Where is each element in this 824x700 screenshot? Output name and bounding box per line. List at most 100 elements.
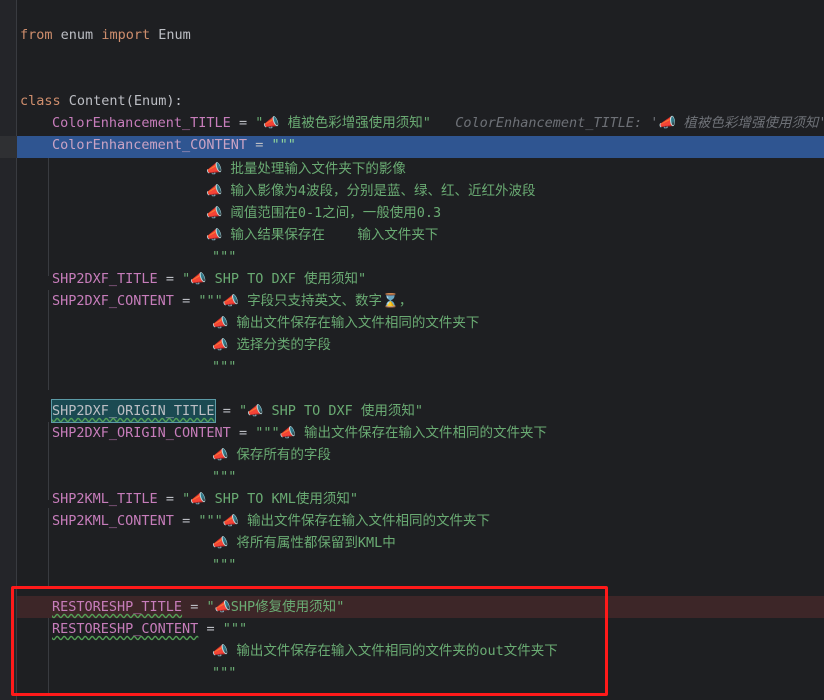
code-line-triple-quote-close[interactable]: """ xyxy=(212,356,236,378)
triple-quote-open: """ xyxy=(255,425,280,441)
megaphone-icon: 📣 xyxy=(212,316,229,331)
field-name-shp2kml-content: SHP2KML_CONTENT xyxy=(52,513,174,529)
code-line-colorenhancement-title[interactable]: ColorEnhancement_TITLE = "📣 植被色彩增强使用须知" … xyxy=(52,112,824,134)
equals: = xyxy=(165,271,174,287)
paren-open: ( xyxy=(125,93,134,109)
field-name-restoreshp-title: RESTORESHP_TITLE xyxy=(52,599,183,615)
code-line-restoreshp-content[interactable]: RESTORESHP_CONTENT = """ xyxy=(52,618,247,640)
field-name-shp2dxf-title: SHP2DXF_TITLE xyxy=(52,271,158,287)
quote-close: " xyxy=(336,599,345,615)
code-line-shp2kml-content[interactable]: SHP2KML_CONTENT = """📣 输出文件保存在输入文件相同的文件夹… xyxy=(52,510,490,532)
doc-text: 输出文件保存在输入文件相同的文件夹下 xyxy=(247,513,491,529)
megaphone-icon: 📣 xyxy=(212,338,229,353)
code-line-doc-content[interactable]: 📣 输入影像为4波段，分别是蓝、绿、红、近红外波段 xyxy=(206,180,535,202)
megaphone-icon: 📣 xyxy=(222,294,239,309)
module-name: enum xyxy=(60,27,94,43)
code-line-triple-quote-close[interactable]: """ xyxy=(212,662,236,684)
code-text-layer[interactable]: from enum import Enum class Content(Enum… xyxy=(0,0,824,700)
equals: = xyxy=(182,513,191,529)
megaphone-icon: 📣 xyxy=(206,162,223,177)
megaphone-icon: 📣 xyxy=(190,272,207,287)
string-value-title: SHP TO KML使用须知 xyxy=(214,491,350,507)
doc-text: 保存所有的字段 xyxy=(236,447,331,463)
code-editor[interactable]: from enum import Enum class Content(Enum… xyxy=(0,0,824,700)
gutter-caret-row xyxy=(0,136,17,158)
string-value-title: 植被色彩增强使用须知 xyxy=(287,115,423,131)
code-line-shp2dxf-content[interactable]: SHP2DXF_CONTENT = """📣 字段只支持英文、数字⌛， xyxy=(52,290,412,312)
code-line-doc-content[interactable]: 📣 批量处理输入文件夹下的影像 xyxy=(206,158,406,180)
keyword-from: from xyxy=(20,27,53,43)
megaphone-icon: 📣 xyxy=(214,600,231,615)
field-name-shp2dxf-origin-content: SHP2DXF_ORIGIN_CONTENT xyxy=(52,425,231,441)
field-name-shp2kml-title: SHP2KML_TITLE xyxy=(52,491,158,507)
megaphone-icon: 📣 xyxy=(212,536,229,551)
code-line-restoreshp-title[interactable]: RESTORESHP_TITLE = "📣SHP修复使用须知" xyxy=(52,596,344,618)
code-line-shp2dxf-title[interactable]: SHP2DXF_TITLE = "📣 SHP TO DXF 使用须知" xyxy=(52,268,366,290)
doc-text: 输入影像为4波段，分别是蓝、绿、红、近红外波段 xyxy=(230,183,536,199)
triple-quote-close: """ xyxy=(212,665,237,681)
code-line-doc-content[interactable]: 📣 输出文件保存在输入文件相同的文件夹下 xyxy=(212,312,479,334)
code-line-doc-content[interactable]: 📣 保存所有的字段 xyxy=(212,444,331,466)
equals: = xyxy=(206,621,215,637)
code-line-shp2dxf-origin-title[interactable]: SHP2DXF_ORIGIN_TITLE = "📣 SHP TO DXF 使用须… xyxy=(51,399,423,423)
field-name-colorenhancement-content: ColorEnhancement_CONTENT xyxy=(52,137,248,153)
code-line-doc-content[interactable]: 📣 选择分类的字段 xyxy=(212,334,331,356)
string-value-title: SHP TO DXF 使用须知 xyxy=(214,271,358,287)
code-line-doc-content[interactable]: 📣 阈值范围在0-1之间，一般使用0.3 xyxy=(206,202,441,224)
code-line-shp2dxf-origin-content[interactable]: SHP2DXF_ORIGIN_CONTENT = """📣 输出文件保存在输入文… xyxy=(52,422,547,444)
triple-quote-close: """ xyxy=(212,557,237,573)
code-line-doc-content[interactable]: 📣 将所有属性都保留到KML中 xyxy=(212,532,396,554)
code-line-triple-quote-close[interactable]: """ xyxy=(212,554,236,576)
code-line-triple-quote-close[interactable]: """ xyxy=(212,466,236,488)
megaphone-icon: 📣 xyxy=(263,116,280,131)
megaphone-icon: 📣 xyxy=(279,426,296,441)
doc-text: 批量处理输入文件夹下的影像 xyxy=(230,161,406,177)
quote-close: " xyxy=(357,271,367,287)
megaphone-icon: 📣 xyxy=(190,492,207,507)
triple-quote-close: """ xyxy=(212,469,237,485)
equals: = xyxy=(165,491,174,507)
editor-gutter[interactable] xyxy=(0,0,17,700)
triple-quote-open: """ xyxy=(222,621,248,637)
code-line-class-def[interactable]: class Content(Enum): xyxy=(20,90,183,112)
imported-name: Enum xyxy=(158,27,191,43)
quote-open: " xyxy=(238,403,248,419)
code-line-shp2kml-title[interactable]: SHP2KML_TITLE = "📣 SHP TO KML使用须知" xyxy=(52,488,358,510)
code-line-triple-quote-close[interactable]: """ xyxy=(212,246,236,268)
code-line-doc-content[interactable]: 📣 输入结果保存在 输入文件夹下 xyxy=(206,224,438,246)
quote-close: " xyxy=(422,115,431,131)
code-line-doc-content[interactable]: 📣 输出文件保存在输入文件相同的文件夹的out文件夹下 xyxy=(212,640,558,662)
code-line-import[interactable]: from enum import Enum xyxy=(20,24,191,46)
code-line-colorenhancement-content[interactable]: ColorEnhancement_CONTENT = """ xyxy=(52,134,296,156)
equals: = xyxy=(182,293,191,309)
string-value-title: SHP修复使用须知 xyxy=(230,599,337,615)
quote-open: " xyxy=(206,599,215,615)
quote-open: " xyxy=(182,491,191,507)
field-name-shp2dxf-origin-title-selected[interactable]: SHP2DXF_ORIGIN_TITLE xyxy=(51,399,216,423)
field-name-restoreshp-content: RESTORESHP_CONTENT xyxy=(52,621,199,637)
colon: : xyxy=(174,93,183,109)
base-class-name: Enum xyxy=(133,93,167,109)
doc-text: 输出文件保存在输入文件相同的文件夹下 xyxy=(236,315,480,331)
field-name-shp2dxf-content: SHP2DXF_CONTENT xyxy=(52,293,174,309)
megaphone-icon: 📣 xyxy=(247,404,264,419)
inlay-hint-colorenhancement-title[interactable]: ColorEnhancement_TITLE: '📣 植被色彩增强使用须知' xyxy=(455,115,824,131)
equals: = xyxy=(238,425,248,441)
